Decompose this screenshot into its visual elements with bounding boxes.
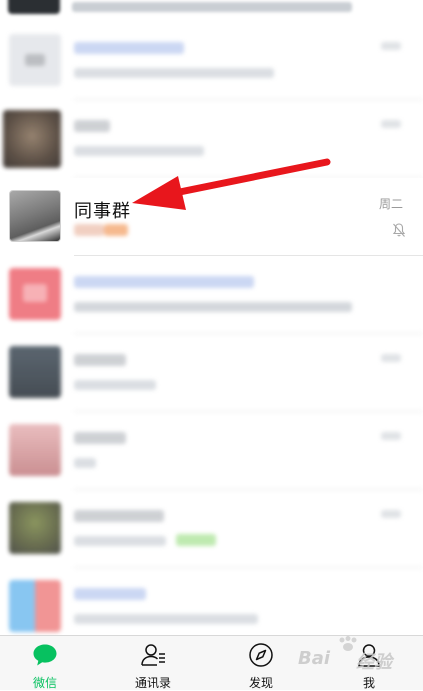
- mute-bell-icon: [392, 223, 406, 237]
- chat-name: 同事群: [74, 201, 131, 222]
- sticker-redacted: [176, 534, 216, 546]
- chat-time-redacted: [381, 120, 401, 128]
- tab-discover[interactable]: 发现: [221, 636, 301, 691]
- tab-label: 我: [362, 676, 375, 690]
- chat-name-redacted: [74, 42, 184, 54]
- avatar: [9, 34, 61, 86]
- chat-name-redacted: [74, 432, 126, 444]
- chat-name-redacted: [74, 120, 110, 132]
- avatar: [9, 268, 61, 320]
- chat-time-redacted: [381, 354, 401, 362]
- chat-row-featured[interactable]: 同事群 周二: [0, 178, 423, 256]
- list-item[interactable]: [0, 490, 423, 568]
- message-preview-redacted: [74, 224, 132, 236]
- tab-contacts[interactable]: 通讯录: [113, 636, 193, 691]
- avatar: [3, 110, 61, 168]
- chat-name-redacted: [74, 276, 254, 288]
- chat-name-redacted: [74, 354, 126, 366]
- chat-name-redacted: [74, 510, 164, 522]
- avatar: [9, 424, 61, 476]
- chat-time-redacted: [381, 42, 401, 50]
- avatar: [9, 346, 61, 398]
- tab-label: 发现: [248, 676, 273, 690]
- contacts-icon: [141, 644, 165, 666]
- message-preview-redacted: [74, 458, 96, 468]
- chat-name-redacted: [74, 588, 146, 600]
- list-item[interactable]: [0, 568, 423, 635]
- list-item[interactable]: [0, 22, 423, 100]
- list-item[interactable]: [0, 412, 423, 490]
- list-item[interactable]: [0, 100, 423, 178]
- list-item[interactable]: [0, 256, 423, 334]
- avatar: [9, 580, 61, 632]
- group-avatar: [9, 190, 61, 242]
- chat-bubble-icon: [33, 644, 57, 666]
- chat-list: 同事群 周二: [0, 0, 423, 635]
- message-preview-redacted: [74, 68, 274, 78]
- partial-chat-row-top[interactable]: [0, 0, 423, 22]
- baidu-jingyan-watermark: Bai 经验: [298, 636, 418, 673]
- tab-chats[interactable]: 微信: [5, 636, 85, 691]
- tab-label: 通讯录: [134, 676, 171, 690]
- chat-time: 周二: [378, 197, 403, 211]
- avatar: [9, 502, 61, 554]
- chat-time-redacted: [381, 510, 401, 518]
- compass-icon: [249, 643, 273, 667]
- message-preview-redacted: [74, 146, 204, 156]
- message-preview-redacted: [74, 302, 352, 312]
- avatar: [8, 0, 60, 14]
- chat-time-redacted: [381, 432, 401, 440]
- list-item[interactable]: [0, 334, 423, 412]
- message-preview-redacted: [74, 536, 166, 546]
- message-preview-redacted: [72, 2, 352, 12]
- message-preview-redacted: [74, 380, 156, 390]
- message-preview-redacted: [74, 614, 258, 624]
- tab-label: 微信: [32, 676, 57, 690]
